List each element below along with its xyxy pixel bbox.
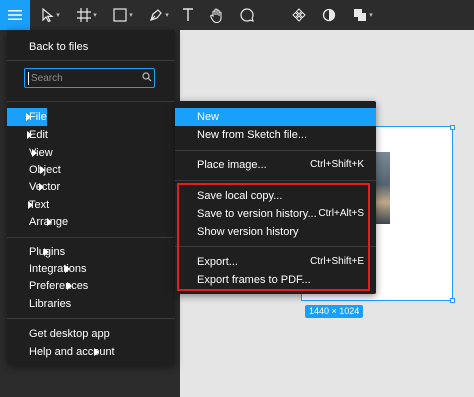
menu-item-object[interactable]: Object — [7, 161, 61, 179]
chevron-right-icon — [39, 183, 45, 191]
menu-item-label: Help and account — [29, 346, 115, 358]
back-to-files[interactable]: Back to files — [7, 38, 175, 56]
separator — [175, 246, 376, 247]
menu-item-get-desktop-app[interactable]: Get desktop app — [7, 325, 110, 343]
menu-item-label: Vector — [29, 181, 61, 193]
shortcut-label: Ctrl+Shift+K — [310, 159, 364, 170]
submenu-item-label: Place image... — [197, 159, 267, 171]
submenu-item-place-image[interactable]: Place image... Ctrl+Shift+K — [175, 156, 376, 174]
menu-icon[interactable] — [0, 0, 30, 30]
chevron-right-icon — [25, 113, 31, 121]
submenu-item-save-to-version-history[interactable]: Save to version history... Ctrl+Alt+S — [175, 205, 376, 223]
submenu-item-label: Show version history — [197, 226, 299, 238]
move-tool-icon[interactable]: ▾ — [36, 0, 66, 30]
chevron-right-icon — [26, 131, 32, 139]
chevron-right-icon — [28, 201, 34, 209]
frame-tool-icon[interactable]: ▾ — [72, 0, 102, 30]
separator — [7, 60, 175, 61]
menu-item-label: Preferences — [29, 280, 89, 292]
chevron-right-icon — [93, 348, 99, 356]
submenu-item-label: Save local copy... — [197, 190, 283, 202]
menu-item-text[interactable]: Text — [7, 196, 49, 214]
separator — [7, 101, 175, 102]
chevron-right-icon — [47, 218, 53, 226]
chevron-right-icon — [31, 149, 37, 157]
menu-item-libraries[interactable]: Libraries — [7, 295, 71, 313]
chevron-right-icon — [44, 248, 50, 256]
chevron-right-icon — [67, 282, 73, 290]
separator — [175, 150, 376, 151]
mask-icon[interactable] — [318, 0, 340, 30]
menu-item-preferences[interactable]: Preferences — [7, 277, 88, 295]
menu-item-arrange[interactable]: Arrange — [7, 213, 68, 231]
submenu-item-label: Save to version history... — [197, 208, 317, 220]
menu-item-file[interactable]: File — [7, 108, 47, 126]
shortcut-label: Ctrl+Shift+E — [310, 256, 364, 267]
separator — [175, 180, 376, 181]
search-icon — [142, 72, 152, 82]
text-tool-icon[interactable] — [178, 0, 198, 30]
submenu-item-export[interactable]: Export... Ctrl+Shift+E — [175, 253, 376, 271]
submenu-item-label: Export frames to PDF... — [197, 274, 311, 286]
toolbar: ▾ ▾ ▾ ▾ ▾ — [0, 0, 474, 30]
separator — [7, 237, 175, 238]
pen-tool-icon[interactable]: ▾ — [144, 0, 174, 30]
chevron-right-icon — [39, 166, 45, 174]
menu-item-label: Object — [29, 164, 61, 176]
submenu-item-new[interactable]: New — [175, 108, 376, 126]
menu-item-label: Integrations — [29, 263, 87, 275]
menu-item-edit[interactable]: Edit — [7, 126, 48, 144]
search-placeholder: Search — [28, 72, 63, 85]
component-icon[interactable] — [288, 0, 310, 30]
menu-item-label: Get desktop app — [29, 328, 110, 340]
submenu-item-label: New from Sketch file... — [197, 129, 308, 141]
submenu-item-label: Export... — [197, 256, 238, 268]
menu-item-view[interactable]: View — [7, 144, 53, 162]
menu-item-vector[interactable]: Vector — [7, 178, 60, 196]
menu-item-label: Libraries — [29, 298, 72, 310]
boolean-icon[interactable]: ▾ — [348, 0, 378, 30]
submenu-item-label: New — [197, 111, 220, 123]
menu-item-integrations[interactable]: Integrations — [7, 260, 86, 278]
shape-tool-icon[interactable]: ▾ — [108, 0, 138, 30]
hand-tool-icon[interactable] — [206, 0, 228, 30]
submenu-item-new-from-sketch[interactable]: New from Sketch file... — [175, 126, 376, 144]
menu-item-help-and-account[interactable]: Help and account — [7, 343, 115, 361]
comment-tool-icon[interactable] — [236, 0, 258, 30]
separator — [7, 318, 175, 319]
chevron-right-icon — [65, 265, 71, 273]
submenu-item-save-local-copy[interactable]: Save local copy... — [175, 187, 376, 205]
shortcut-label: Ctrl+Alt+S — [318, 208, 364, 219]
resize-handle[interactable] — [450, 125, 455, 130]
frame-size-badge: 1440 × 1024 — [305, 305, 364, 318]
resize-handle[interactable] — [450, 298, 455, 303]
submenu-item-export-frames-to-pdf[interactable]: Export frames to PDF... — [175, 271, 376, 289]
menu-item-plugins[interactable]: Plugins — [7, 243, 65, 261]
menu-item-label: File — [29, 111, 47, 123]
submenu-item-show-version-history[interactable]: Show version history — [175, 223, 376, 241]
